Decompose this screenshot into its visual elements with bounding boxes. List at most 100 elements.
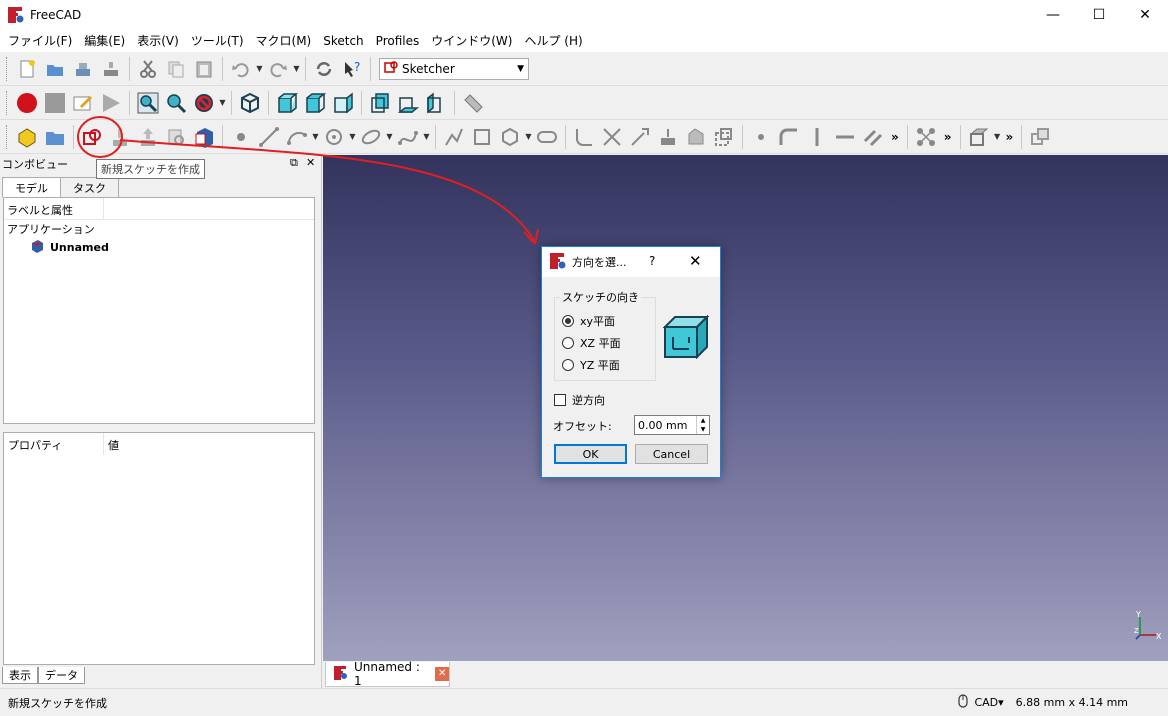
navigation-style-selector[interactable]: CAD▾ (958, 694, 1004, 711)
save-as-icon[interactable] (97, 55, 125, 83)
macro-run-icon[interactable] (97, 89, 125, 117)
polygon-icon[interactable] (496, 123, 524, 151)
minimize-button[interactable]: — (1030, 0, 1076, 30)
toolbar-grip[interactable] (6, 124, 9, 149)
cut-icon[interactable] (134, 55, 162, 83)
slot-icon[interactable] (533, 123, 561, 151)
close-panel-icon[interactable]: ✕ (306, 156, 315, 169)
view-isometric-icon[interactable] (236, 89, 264, 117)
draw-style-dropdown-icon[interactable]: ▼ (218, 98, 227, 107)
measure-icon[interactable] (459, 89, 487, 117)
undo-icon[interactable] (227, 55, 255, 83)
redo-icon[interactable] (264, 55, 292, 83)
paste-icon[interactable] (190, 55, 218, 83)
macro-stop-icon[interactable] (41, 89, 69, 117)
line-icon[interactable] (255, 123, 283, 151)
menu-profiles[interactable]: Profiles (370, 30, 426, 52)
radio-xy-plane[interactable]: xy平面 (562, 313, 615, 329)
arc-icon[interactable] (283, 123, 311, 151)
help-button[interactable]: ? (649, 254, 655, 268)
model-tree[interactable]: ラベルと属性 アプリケーション Unnamed (3, 197, 315, 424)
menu-macro[interactable]: マクロ(M) (250, 30, 318, 52)
menu-tools[interactable]: ツール(T) (185, 30, 250, 52)
view-right-icon[interactable] (329, 89, 357, 117)
menu-help[interactable]: ヘルプ (H) (518, 30, 588, 52)
tree-document-item[interactable]: Unnamed (4, 238, 314, 256)
part-primitive-icon[interactable] (13, 123, 41, 151)
reverse-direction-checkbox[interactable]: 逆方向 (554, 392, 605, 408)
edit-sketch-icon[interactable] (106, 123, 134, 151)
spin-arrows-icon[interactable]: ▲ ▼ (696, 416, 709, 434)
construction-mode-icon[interactable] (710, 123, 738, 151)
macro-record-icon[interactable] (13, 89, 41, 117)
3d-viewport[interactable]: Y X Z (323, 155, 1168, 661)
undo-dropdown-icon[interactable]: ▼ (255, 64, 264, 73)
carbon-copy-icon[interactable] (682, 123, 710, 151)
toolbar-grip[interactable] (6, 56, 9, 81)
trim-icon[interactable] (598, 123, 626, 151)
sketch-view-dropdown-icon[interactable]: ▼ (993, 132, 1002, 141)
cancel-button[interactable]: Cancel (635, 444, 708, 464)
constraint-toggle-icon[interactable] (912, 123, 940, 151)
draw-style-icon[interactable] (190, 89, 218, 117)
radio-yz-plane[interactable]: YZ 平面 (562, 357, 620, 373)
menu-view[interactable]: 表示(V) (131, 30, 185, 52)
map-sketch-icon[interactable] (190, 123, 218, 151)
circle-icon[interactable] (320, 123, 348, 151)
leave-sketch-icon[interactable] (134, 123, 162, 151)
menu-window[interactable]: ウインドウ(W) (425, 30, 518, 52)
sketcher-tools-icon[interactable] (1026, 123, 1054, 151)
close-dialog-button[interactable]: ✕ (689, 252, 702, 270)
constraint-point-on-object-icon[interactable] (775, 123, 803, 151)
bspline-dropdown-icon[interactable]: ▼ (422, 132, 431, 141)
toolbar-overflow-button[interactable]: » (887, 130, 903, 144)
tab-view[interactable]: 表示 (2, 667, 38, 684)
property-view[interactable]: プロパティ 値 (3, 432, 315, 665)
float-panel-icon[interactable]: ⧉ (290, 156, 298, 170)
fit-all-icon[interactable] (134, 89, 162, 117)
sketch-view-section-icon[interactable] (965, 123, 993, 151)
view-left-icon[interactable] (422, 89, 450, 117)
tab-data[interactable]: データ (38, 667, 85, 684)
radio-xz-plane[interactable]: XZ 平面 (562, 335, 621, 351)
save-icon[interactable] (69, 55, 97, 83)
circle-dropdown-icon[interactable]: ▼ (348, 132, 357, 141)
fillet-icon[interactable] (570, 123, 598, 151)
ok-button[interactable]: OK (554, 444, 627, 464)
maximize-button[interactable]: ☐ (1076, 0, 1122, 30)
conic-icon[interactable] (357, 123, 385, 151)
menu-sketch[interactable]: Sketch (317, 30, 369, 52)
view-top-icon[interactable] (301, 89, 329, 117)
view-sketch-icon[interactable] (162, 123, 190, 151)
view-front-icon[interactable] (273, 89, 301, 117)
external-geometry-icon[interactable] (654, 123, 682, 151)
polyline-icon[interactable] (440, 123, 468, 151)
tree-root-item[interactable]: アプリケーション (4, 220, 314, 238)
view-rear-icon[interactable] (366, 89, 394, 117)
close-window-button[interactable]: ✕ (1122, 0, 1168, 30)
open-folder-icon[interactable] (41, 55, 69, 83)
macro-edit-icon[interactable] (69, 89, 97, 117)
point-icon[interactable] (227, 123, 255, 151)
arc-dropdown-icon[interactable]: ▼ (311, 132, 320, 141)
view-bottom-icon[interactable] (394, 89, 422, 117)
extend-icon[interactable] (626, 123, 654, 151)
document-tab[interactable]: Unnamed : 1 ✕ (325, 660, 450, 688)
bspline-icon[interactable] (394, 123, 422, 151)
polygon-dropdown-icon[interactable]: ▼ (524, 132, 533, 141)
new-document-icon[interactable] (13, 55, 41, 83)
constraint-parallel-icon[interactable] (859, 123, 887, 151)
menu-file[interactable]: ファイル(F) (2, 30, 78, 52)
copy-icon[interactable] (162, 55, 190, 83)
new-sketch-icon[interactable] (78, 123, 106, 151)
workbench-selector[interactable]: Sketcher ▼ (379, 57, 529, 80)
toolbar-overflow-button[interactable]: » (1002, 130, 1018, 144)
toolbar-grip[interactable] (6, 90, 9, 115)
constraint-vertical-icon[interactable] (803, 123, 831, 151)
offset-spinbox[interactable]: 0.00 mm ▲ ▼ (634, 415, 710, 435)
constraint-coincident-icon[interactable] (747, 123, 775, 151)
conic-dropdown-icon[interactable]: ▼ (385, 132, 394, 141)
close-document-icon[interactable]: ✕ (435, 667, 449, 681)
tab-task[interactable]: タスク (60, 177, 119, 197)
toolbar-overflow-button[interactable]: » (940, 130, 956, 144)
